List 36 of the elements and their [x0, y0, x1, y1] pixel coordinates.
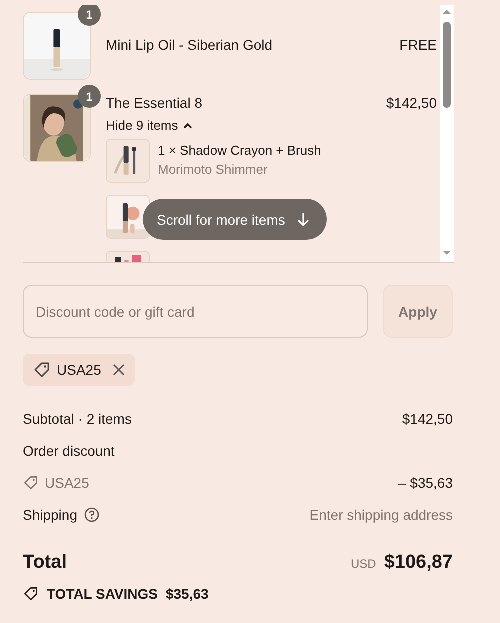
- help-icon[interactable]: [84, 507, 100, 523]
- scrollbar-thumb[interactable]: [443, 22, 451, 108]
- product-price: $142,50: [386, 94, 437, 112]
- shipping-label: Shipping: [23, 507, 78, 523]
- product-price: FREE: [400, 36, 437, 54]
- shipping-value: Enter shipping address: [310, 507, 453, 523]
- subtotal-label: Subtotal · 2 items: [23, 411, 132, 427]
- component-variant: Morimoto Shimmer: [158, 161, 269, 178]
- order-discount-label: Order discount: [23, 443, 115, 459]
- discount-code: USA25: [45, 475, 90, 491]
- discount-code: USA25: [57, 362, 102, 378]
- component-title: 1 × Shadow Crayon + Brush: [158, 142, 322, 159]
- quantity-badge: 1: [78, 85, 101, 108]
- total-amount: $106,87: [384, 552, 453, 574]
- subtotal-value: $142,50: [402, 411, 453, 427]
- savings-tag-icon: [23, 586, 39, 602]
- quantity-badge: 1: [78, 5, 101, 26]
- scroll-up-icon[interactable]: [443, 10, 451, 14]
- currency-code: USD: [350, 557, 376, 571]
- arrow-down-icon: [297, 212, 310, 227]
- scrollbar[interactable]: [440, 5, 454, 262]
- product-title: Mini Lip Oil - Siberian Gold: [106, 36, 273, 54]
- discount-code-field[interactable]: Discount code or gift card: [23, 285, 368, 338]
- tag-icon: [33, 361, 51, 379]
- total-savings-amount: $35,63: [166, 586, 209, 602]
- hide-items-toggle[interactable]: Hide 9 items: [106, 118, 194, 133]
- apply-button[interactable]: Apply: [383, 285, 453, 338]
- scroll-hint-button[interactable]: Scroll for more items: [143, 199, 328, 240]
- tag-icon: [23, 475, 39, 491]
- remove-icon[interactable]: [113, 364, 126, 376]
- total-savings-label: TOTAL SAVINGS: [47, 586, 158, 602]
- discount-amount: – $35,63: [398, 475, 453, 491]
- chevron-icon: [183, 120, 194, 130]
- scroll-down-icon[interactable]: [443, 251, 451, 255]
- product-title: The Essential 8: [106, 94, 202, 112]
- total-label: Total: [23, 552, 67, 574]
